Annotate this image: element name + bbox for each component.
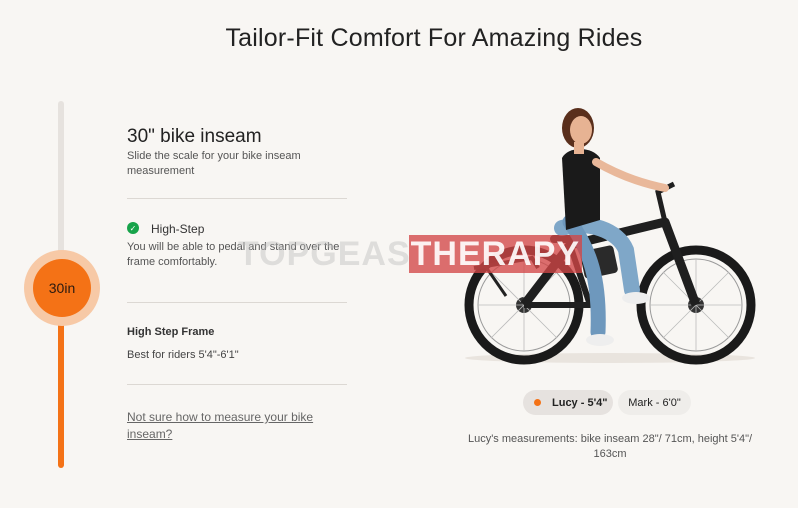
step-type-title: High-Step <box>151 222 205 236</box>
inseam-title: 30" bike inseam <box>127 126 262 147</box>
frame-title: High Step Frame <box>127 326 215 338</box>
divider <box>127 302 347 303</box>
divider <box>127 198 347 199</box>
frame-description: Best for riders 5'4"-6'1" <box>127 349 239 361</box>
watermark-logo: TOPGEASTHERAPY <box>238 235 583 273</box>
rider-measurement-note: Lucy's measurements: bike inseam 28"/ 71… <box>467 433 753 460</box>
inseam-subtitle: Slide the scale for your bike inseam mea… <box>127 150 301 177</box>
section-title: Tailor-Fit Comfort For Amazing Rides <box>225 24 643 52</box>
slider-knob[interactable]: 30in <box>33 259 91 317</box>
check-circle-icon: ✓ <box>127 222 139 234</box>
rider-toggle-label: Mark - 6'0" <box>628 396 681 409</box>
rider-toggle-label: Lucy - 5'4" <box>552 396 608 409</box>
measure-help-link[interactable]: Not sure how to measure your bike inseam… <box>127 409 327 443</box>
selected-dot-icon <box>534 399 541 406</box>
divider <box>127 384 347 385</box>
rider-toggle-lucy[interactable]: Lucy - 5'4" <box>523 390 613 415</box>
rider-toggle-mark[interactable]: Mark - 6'0" <box>618 390 691 415</box>
